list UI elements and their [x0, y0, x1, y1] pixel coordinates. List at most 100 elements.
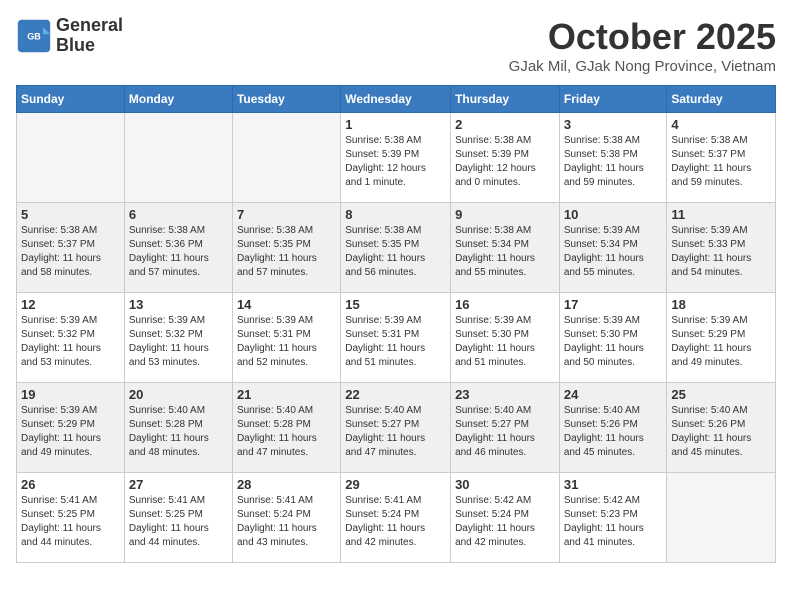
calendar-cell: 28Sunrise: 5:41 AM Sunset: 5:24 PM Dayli…: [232, 473, 340, 563]
day-number: 11: [671, 207, 771, 222]
day-info: Sunrise: 5:41 AM Sunset: 5:25 PM Dayligh…: [21, 494, 120, 550]
week-row-4: 19 Sunrise: 5:39 AM Sunset: 5:29 PM Dayli…: [17, 383, 776, 473]
calendar-cell: 2Sunrise: 5:38 AM Sunset: 5:39 PM Daylig…: [451, 113, 560, 203]
day-info: Sunrise: 5:38 AM Sunset: 5:36 PM Dayligh…: [129, 224, 228, 280]
calendar-cell: 13 Sunrise: 5:39 AM Sunset: 5:32 PM Dayli…: [124, 293, 232, 383]
day-info: Sunrise: 5:38 AM Sunset: 5:35 PM Dayligh…: [345, 224, 446, 280]
title-block: October 2025 GJak Mil, GJak Nong Provinc…: [509, 16, 776, 75]
day-number: 13: [129, 297, 228, 312]
day-info: Sunrise: 5:39 AM Sunset: 5:29 PM Dayligh…: [21, 404, 120, 460]
calendar-table: SundayMondayTuesdayWednesdayThursdayFrid…: [16, 85, 776, 563]
day-number: 16: [455, 297, 555, 312]
calendar-cell: 22 Sunrise: 5:40 AM Sunset: 5:27 PM Dayli…: [341, 383, 451, 473]
day-number: 4: [671, 117, 771, 132]
week-row-3: 12 Sunrise: 5:39 AM Sunset: 5:32 PM Dayli…: [17, 293, 776, 383]
day-number: 5: [21, 207, 120, 222]
calendar-cell: 16 Sunrise: 5:39 AM Sunset: 5:30 PM Dayli…: [451, 293, 560, 383]
day-number: 21: [237, 387, 336, 402]
day-number: 12: [21, 297, 120, 312]
day-number: 19: [21, 387, 120, 402]
day-number: 1: [345, 117, 446, 132]
weekday-header-wednesday: Wednesday: [341, 86, 451, 113]
calendar-cell: 10Sunrise: 5:39 AM Sunset: 5:34 PM Dayli…: [559, 203, 667, 293]
day-info: Sunrise: 5:38 AM Sunset: 5:39 PM Dayligh…: [345, 134, 446, 190]
calendar-cell: 8 Sunrise: 5:38 AM Sunset: 5:35 PM Daylig…: [341, 203, 451, 293]
day-number: 14: [237, 297, 336, 312]
calendar-cell: [17, 113, 125, 203]
day-number: 27: [129, 477, 228, 492]
day-info: Sunrise: 5:40 AM Sunset: 5:26 PM Dayligh…: [671, 404, 771, 460]
day-info: Sunrise: 5:39 AM Sunset: 5:33 PM Dayligh…: [671, 224, 771, 280]
day-number: 9: [455, 207, 555, 222]
day-number: 20: [129, 387, 228, 402]
calendar-cell: 1 Sunrise: 5:38 AM Sunset: 5:39 PM Daylig…: [341, 113, 451, 203]
calendar-cell: 30 Sunrise: 5:42 AM Sunset: 5:24 PM Dayli…: [451, 473, 560, 563]
day-info: Sunrise: 5:38 AM Sunset: 5:39 PM Dayligh…: [455, 134, 555, 190]
day-info: Sunrise: 5:39 AM Sunset: 5:32 PM Dayligh…: [21, 314, 120, 370]
day-number: 8: [345, 207, 446, 222]
calendar-cell: 25 Sunrise: 5:40 AM Sunset: 5:26 PM Dayli…: [667, 383, 776, 473]
day-info: Sunrise: 5:40 AM Sunset: 5:27 PM Dayligh…: [455, 404, 555, 460]
day-number: 31: [564, 477, 663, 492]
calendar-cell: 26Sunrise: 5:41 AM Sunset: 5:25 PM Dayli…: [17, 473, 125, 563]
day-info: Sunrise: 5:42 AM Sunset: 5:23 PM Dayligh…: [564, 494, 663, 550]
day-number: 3: [564, 117, 663, 132]
location-title: GJak Mil, GJak Nong Province, Vietnam: [509, 58, 776, 75]
day-number: 22: [345, 387, 446, 402]
calendar-cell: 31 Sunrise: 5:42 AM Sunset: 5:23 PM Dayli…: [559, 473, 667, 563]
calendar-cell: 24Sunrise: 5:40 AM Sunset: 5:26 PM Dayli…: [559, 383, 667, 473]
weekday-header-sunday: Sunday: [17, 86, 125, 113]
day-info: Sunrise: 5:42 AM Sunset: 5:24 PM Dayligh…: [455, 494, 555, 550]
day-info: Sunrise: 5:40 AM Sunset: 5:27 PM Dayligh…: [345, 404, 446, 460]
day-info: Sunrise: 5:38 AM Sunset: 5:37 PM Dayligh…: [21, 224, 120, 280]
calendar-cell: [667, 473, 776, 563]
day-info: Sunrise: 5:41 AM Sunset: 5:25 PM Dayligh…: [129, 494, 228, 550]
weekday-header-tuesday: Tuesday: [232, 86, 340, 113]
weekday-header-saturday: Saturday: [667, 86, 776, 113]
calendar-cell: 19 Sunrise: 5:39 AM Sunset: 5:29 PM Dayli…: [17, 383, 125, 473]
day-number: 25: [671, 387, 771, 402]
day-info: Sunrise: 5:38 AM Sunset: 5:34 PM Dayligh…: [455, 224, 555, 280]
logo-line1: General: [56, 16, 123, 36]
weekday-header-friday: Friday: [559, 86, 667, 113]
day-info: Sunrise: 5:38 AM Sunset: 5:37 PM Dayligh…: [671, 134, 771, 190]
calendar-cell: 11 Sunrise: 5:39 AM Sunset: 5:33 PM Dayli…: [667, 203, 776, 293]
calendar-cell: [124, 113, 232, 203]
month-title: October 2025: [509, 16, 776, 58]
day-number: 17: [564, 297, 663, 312]
calendar-cell: 3Sunrise: 5:38 AM Sunset: 5:38 PM Daylig…: [559, 113, 667, 203]
calendar-cell: 18Sunrise: 5:39 AM Sunset: 5:29 PM Dayli…: [667, 293, 776, 383]
calendar-cell: 4 Sunrise: 5:38 AM Sunset: 5:37 PM Daylig…: [667, 113, 776, 203]
calendar-cell: 29Sunrise: 5:41 AM Sunset: 5:24 PM Dayli…: [341, 473, 451, 563]
svg-text:GB: GB: [27, 31, 41, 41]
day-info: Sunrise: 5:38 AM Sunset: 5:35 PM Dayligh…: [237, 224, 336, 280]
calendar-cell: 9 Sunrise: 5:38 AM Sunset: 5:34 PM Daylig…: [451, 203, 560, 293]
calendar-cell: 15 Sunrise: 5:39 AM Sunset: 5:31 PM Dayli…: [341, 293, 451, 383]
weekday-header-monday: Monday: [124, 86, 232, 113]
calendar-cell: 17 Sunrise: 5:39 AM Sunset: 5:30 PM Dayli…: [559, 293, 667, 383]
calendar-cell: 20 Sunrise: 5:40 AM Sunset: 5:28 PM Dayli…: [124, 383, 232, 473]
day-info: Sunrise: 5:40 AM Sunset: 5:28 PM Dayligh…: [129, 404, 228, 460]
day-number: 29: [345, 477, 446, 492]
day-number: 18: [671, 297, 771, 312]
day-number: 15: [345, 297, 446, 312]
page-header: GB General Blue October 2025 GJak Mil, G…: [16, 16, 776, 75]
day-info: Sunrise: 5:40 AM Sunset: 5:28 PM Dayligh…: [237, 404, 336, 460]
day-number: 7: [237, 207, 336, 222]
day-info: Sunrise: 5:39 AM Sunset: 5:30 PM Dayligh…: [455, 314, 555, 370]
day-number: 23: [455, 387, 555, 402]
day-number: 30: [455, 477, 555, 492]
weekday-header-row: SundayMondayTuesdayWednesdayThursdayFrid…: [17, 86, 776, 113]
calendar-cell: 23 Sunrise: 5:40 AM Sunset: 5:27 PM Dayli…: [451, 383, 560, 473]
day-number: 24: [564, 387, 663, 402]
calendar-cell: 21 Sunrise: 5:40 AM Sunset: 5:28 PM Dayli…: [232, 383, 340, 473]
week-row-5: 26Sunrise: 5:41 AM Sunset: 5:25 PM Dayli…: [17, 473, 776, 563]
calendar-cell: 7 Sunrise: 5:38 AM Sunset: 5:35 PM Daylig…: [232, 203, 340, 293]
calendar-cell: 6Sunrise: 5:38 AM Sunset: 5:36 PM Daylig…: [124, 203, 232, 293]
logo-icon: GB: [16, 18, 52, 54]
day-info: Sunrise: 5:39 AM Sunset: 5:31 PM Dayligh…: [345, 314, 446, 370]
day-number: 10: [564, 207, 663, 222]
day-info: Sunrise: 5:39 AM Sunset: 5:32 PM Dayligh…: [129, 314, 228, 370]
day-info: Sunrise: 5:39 AM Sunset: 5:30 PM Dayligh…: [564, 314, 663, 370]
logo-line2: Blue: [56, 35, 95, 55]
